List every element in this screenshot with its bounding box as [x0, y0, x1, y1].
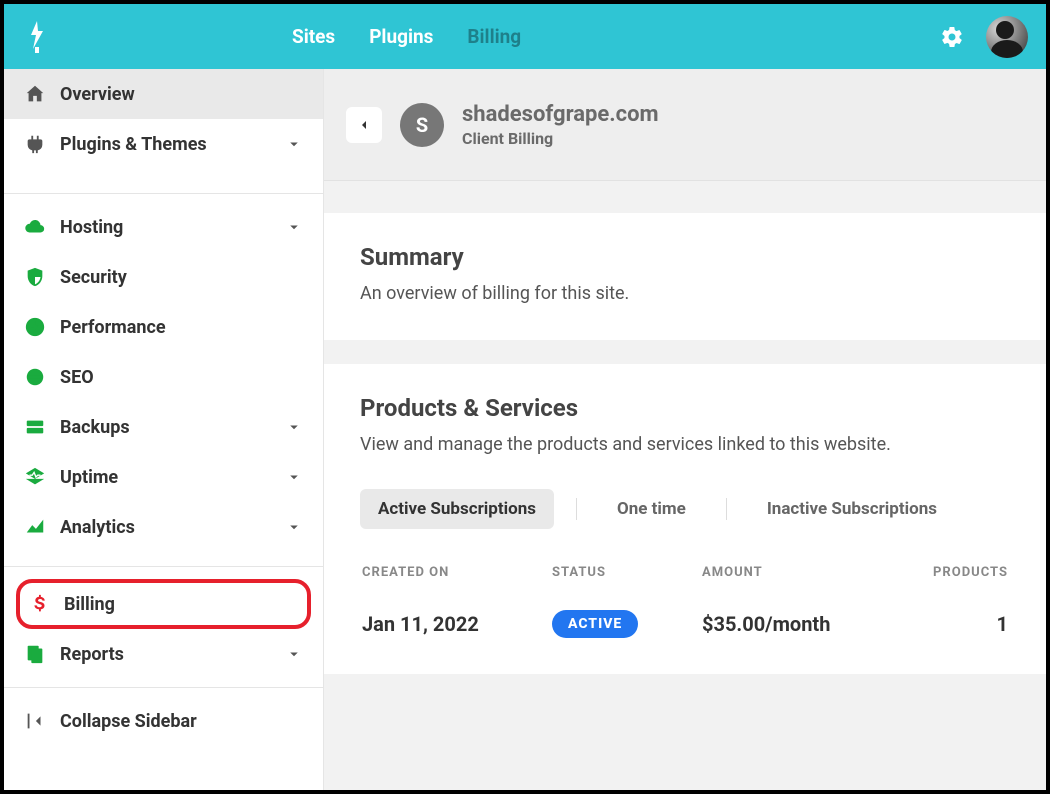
products-subtitle: View and manage the products and service…	[360, 434, 1010, 455]
sidebar-item-plugins-themes[interactable]: Plugins & Themes	[4, 119, 323, 169]
main-content: S shadesofgrape.com Client Billing Summa…	[324, 69, 1046, 790]
products-section: Products & Services View and manage the …	[324, 364, 1046, 674]
sidebar-item-label: Reports	[60, 644, 124, 665]
breadcrumb-bar: S shadesofgrape.com Client Billing	[324, 69, 1046, 181]
sidebar-item-security[interactable]: Security	[4, 252, 323, 302]
sidebar-item-label: Performance	[60, 317, 166, 338]
products-title: Products & Services	[360, 394, 1010, 422]
sidebar-item-label: Security	[60, 267, 127, 288]
sidebar-item-label: Billing	[64, 594, 115, 615]
summary-section: Summary An overview of billing for this …	[324, 213, 1046, 340]
breadcrumb-subtitle: Client Billing	[462, 129, 659, 148]
sidebar-item-label: Overview	[60, 84, 135, 105]
chevron-down-icon	[285, 135, 303, 153]
sidebar-item-label: Hosting	[60, 217, 123, 238]
home-icon	[24, 83, 46, 105]
filter-tabs: Active Subscriptions One time Inactive S…	[360, 489, 1010, 529]
col-products: Products	[902, 565, 1008, 580]
chevron-down-icon	[285, 218, 303, 236]
sidebar-item-label: Collapse Sidebar	[60, 711, 197, 732]
chevron-down-icon	[285, 418, 303, 436]
reports-icon	[24, 643, 46, 665]
sidebar-item-hosting[interactable]: Hosting	[4, 202, 323, 252]
analytics-icon	[24, 516, 46, 538]
sidebar-item-label: Backups	[60, 417, 130, 438]
table-header: Created On Status Amount Products	[360, 565, 1010, 580]
seo-icon	[24, 366, 46, 388]
chevron-down-icon	[285, 518, 303, 536]
sidebar-item-label: Uptime	[60, 467, 118, 488]
backups-icon	[24, 416, 46, 438]
sidebar-item-collapse[interactable]: Collapse Sidebar	[4, 696, 323, 746]
sidebar-item-billing[interactable]: Billing	[16, 579, 311, 629]
table-row[interactable]: Jan 11, 2022 ACTIVE $35.00/month 1	[360, 610, 1010, 638]
uptime-icon	[24, 466, 46, 488]
sidebar-item-backups[interactable]: Backups	[4, 402, 323, 452]
summary-title: Summary	[360, 243, 1010, 271]
sidebar: Overview Plugins & Themes Hosting Securi…	[4, 69, 324, 790]
header-right	[940, 16, 1028, 58]
sidebar-item-reports[interactable]: Reports	[4, 629, 323, 679]
site-title: shadesofgrape.com	[462, 102, 659, 127]
cell-created: Jan 11, 2022	[362, 612, 552, 636]
sidebar-item-label: Plugins & Themes	[60, 134, 207, 155]
col-created: Created On	[362, 565, 552, 580]
sidebar-item-label: Analytics	[60, 517, 135, 538]
user-avatar[interactable]	[986, 16, 1028, 58]
top-header: Sites Plugins Billing	[4, 4, 1046, 69]
summary-subtitle: An overview of billing for this site.	[360, 283, 1010, 304]
back-button[interactable]	[346, 107, 382, 143]
status-badge: ACTIVE	[552, 610, 638, 638]
filter-one-time[interactable]: One time	[599, 489, 704, 529]
cell-amount: $35.00/month	[702, 612, 902, 636]
app-logo[interactable]	[22, 17, 52, 57]
plug-icon	[24, 133, 46, 155]
filter-active-subscriptions[interactable]: Active Subscriptions	[360, 489, 554, 529]
sidebar-item-seo[interactable]: SEO	[4, 352, 323, 402]
shield-icon	[24, 266, 46, 288]
cell-products: 1	[902, 612, 1008, 636]
gear-icon[interactable]	[940, 25, 964, 49]
sidebar-item-label: SEO	[60, 367, 94, 388]
site-initial-badge: S	[400, 103, 444, 147]
filter-separator	[726, 498, 727, 520]
sidebar-item-uptime[interactable]: Uptime	[4, 452, 323, 502]
tab-sites[interactable]: Sites	[292, 25, 335, 48]
tab-billing[interactable]: Billing	[467, 25, 521, 48]
sidebar-item-overview[interactable]: Overview	[4, 69, 323, 119]
sidebar-item-analytics[interactable]: Analytics	[4, 502, 323, 552]
chevron-down-icon	[285, 468, 303, 486]
top-nav-tabs: Sites Plugins Billing	[292, 25, 521, 48]
filter-inactive-subscriptions[interactable]: Inactive Subscriptions	[749, 489, 955, 529]
collapse-icon	[24, 710, 46, 732]
col-status: Status	[552, 565, 702, 580]
filter-separator	[576, 498, 577, 520]
cell-status: ACTIVE	[552, 610, 702, 638]
cloud-icon	[24, 216, 46, 238]
tab-plugins[interactable]: Plugins	[369, 25, 433, 48]
chevron-down-icon	[285, 645, 303, 663]
sidebar-item-performance[interactable]: Performance	[4, 302, 323, 352]
dollar-icon	[28, 593, 50, 615]
col-amount: Amount	[702, 565, 902, 580]
bolt-icon	[24, 316, 46, 338]
